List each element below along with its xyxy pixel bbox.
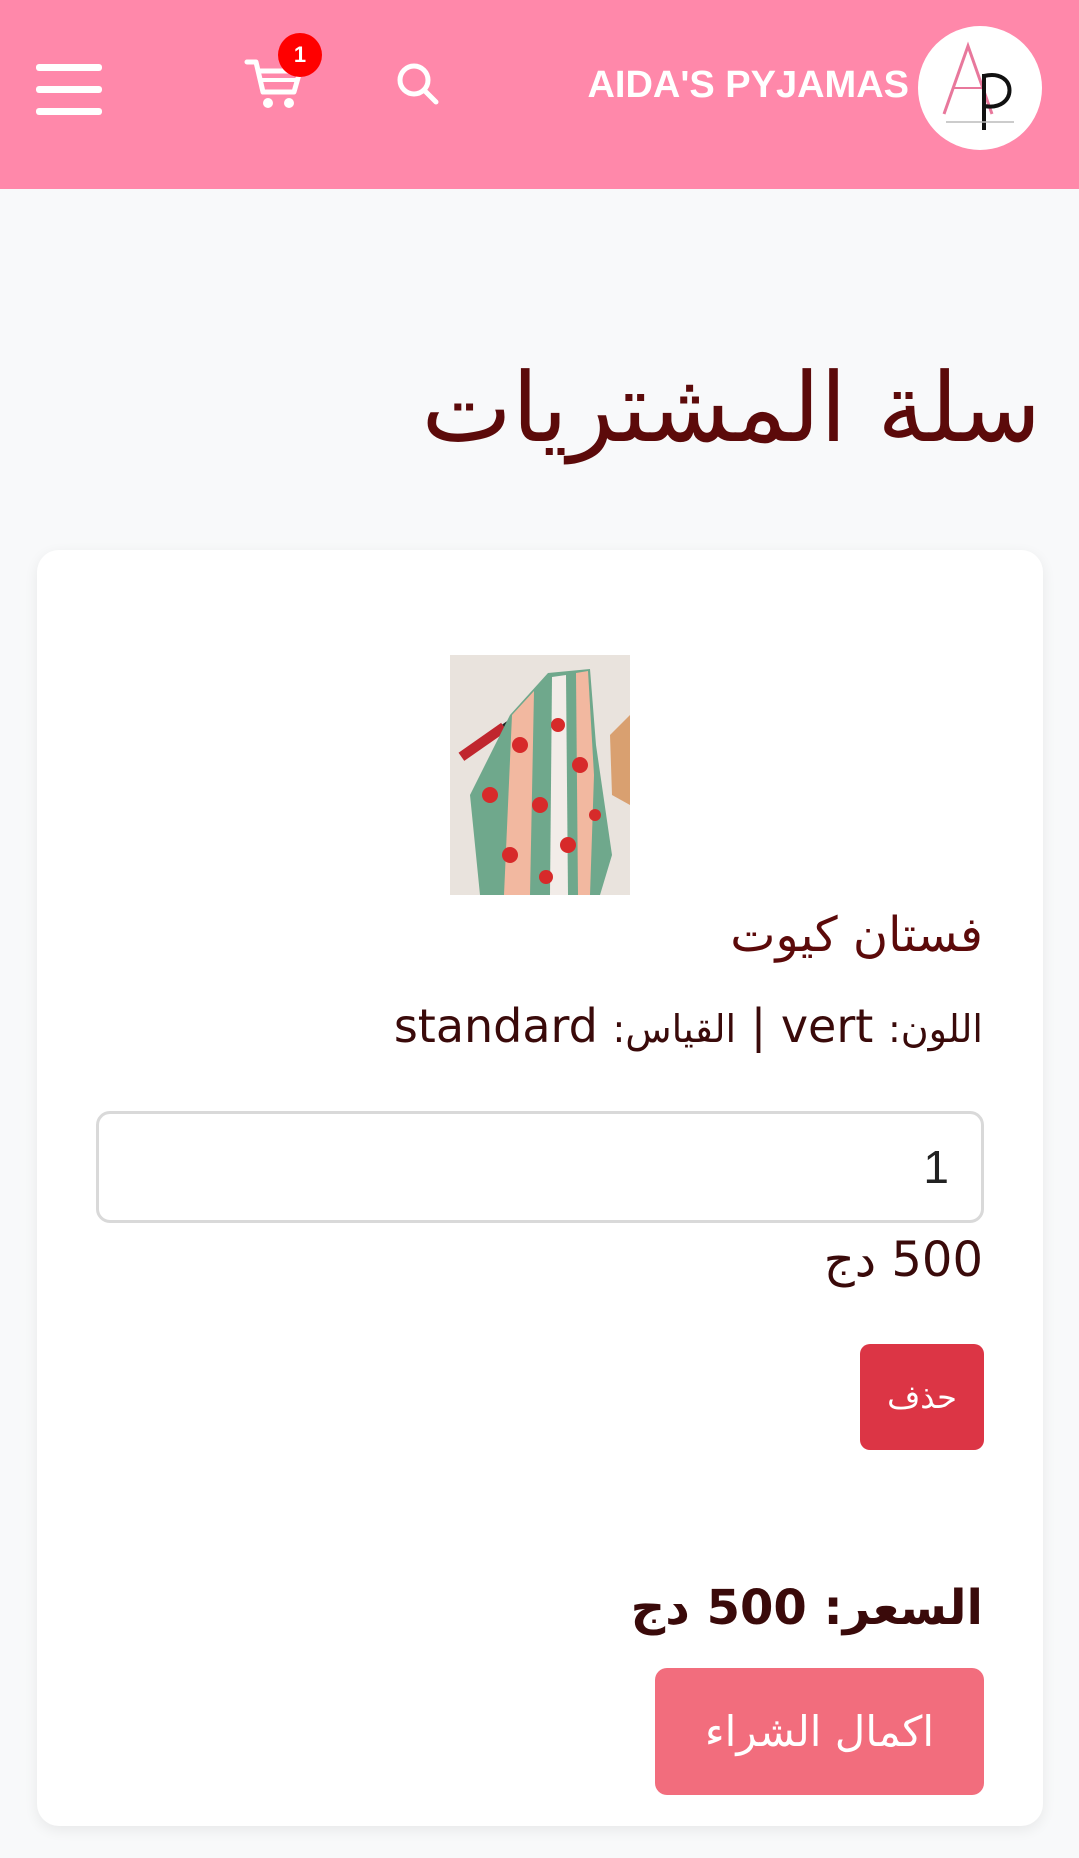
quantity-input[interactable] (96, 1111, 984, 1223)
site-header: 1 AIDA'S PYJAMAS (0, 0, 1079, 189)
cart-count-badge: 1 (278, 33, 322, 77)
cart-total: السعر: 500 دج (631, 1578, 983, 1638)
total-label: السعر: (823, 1580, 983, 1636)
delete-item-button[interactable]: حذف (860, 1344, 984, 1450)
ap-monogram-logo (942, 41, 1014, 130)
page-title: سلة المشتريات (421, 352, 1041, 464)
item-price: 500 دج (824, 1230, 983, 1290)
checkout-button[interactable]: اكمال الشراء (655, 1668, 984, 1795)
item-price-currency: دج (823, 1232, 877, 1288)
product-image[interactable] (450, 655, 630, 895)
dress-image (450, 655, 630, 895)
product-variant: اللون: vert | القياس: standard (394, 997, 983, 1058)
search-glyph (397, 63, 439, 105)
total-value: 500 (706, 1580, 807, 1636)
brand-logo[interactable] (918, 26, 1042, 150)
size-label: القياس: (612, 1007, 737, 1051)
product-name[interactable]: فستان كيوت (730, 905, 983, 965)
brand-name[interactable]: AIDA'S PYJAMAS (587, 60, 909, 110)
total-currency: دج (630, 1580, 690, 1636)
variant-separator: | (750, 999, 767, 1053)
hamburger-menu-icon[interactable] (36, 64, 102, 116)
item-price-value: 500 (891, 1232, 983, 1288)
size-value: standard (393, 999, 598, 1053)
color-label: اللون: (887, 1007, 983, 1051)
color-value: vert (780, 999, 874, 1053)
search-icon[interactable] (396, 62, 440, 106)
